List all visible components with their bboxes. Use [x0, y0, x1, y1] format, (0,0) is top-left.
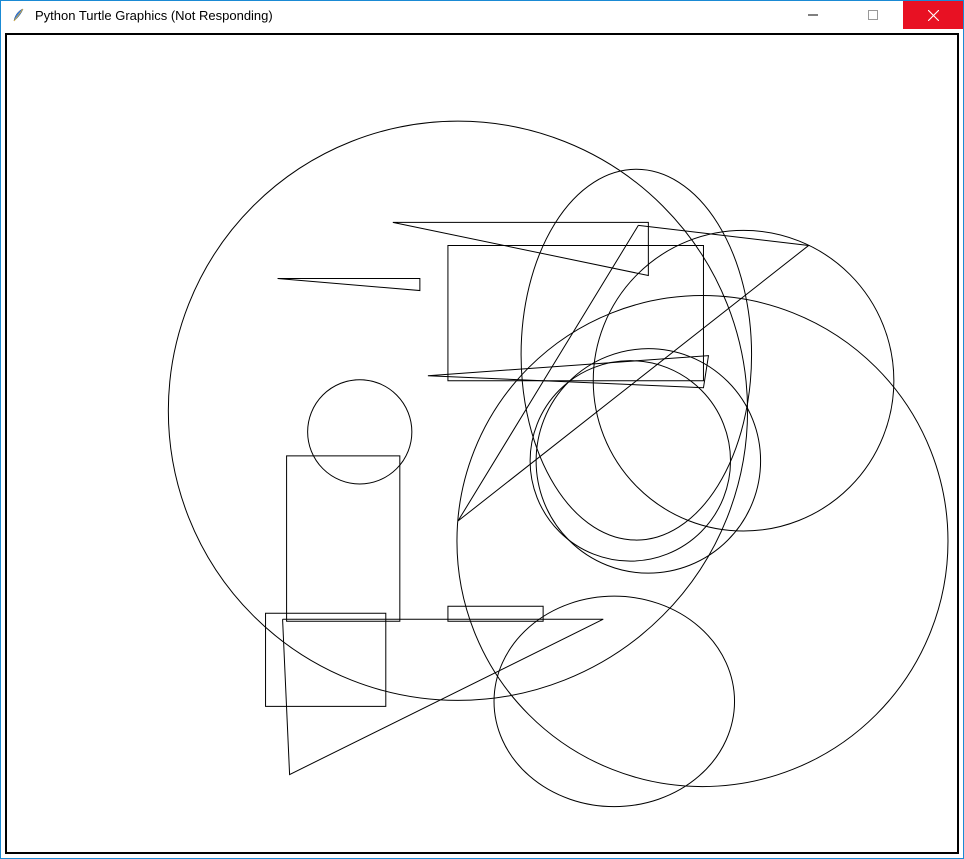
window-title: Python Turtle Graphics (Not Responding)	[35, 8, 783, 23]
app-window: Python Turtle Graphics (Not Responding)	[0, 0, 964, 859]
canvas-frame	[5, 33, 959, 854]
drawn-shape	[266, 613, 386, 706]
drawn-shape	[393, 223, 649, 276]
maximize-button[interactable]	[843, 1, 903, 29]
drawn-shape	[283, 620, 604, 775]
client-area	[1, 29, 963, 858]
drawn-shape	[308, 380, 412, 484]
drawn-shape	[278, 279, 420, 291]
drawn-shape	[287, 456, 400, 621]
drawn-shape	[168, 121, 747, 700]
window-controls	[783, 1, 963, 29]
drawn-shape	[494, 596, 735, 806]
drawn-shape	[457, 296, 948, 787]
turtle-canvas	[7, 35, 957, 852]
minimize-button[interactable]	[783, 1, 843, 29]
close-button[interactable]	[903, 1, 963, 29]
titlebar[interactable]: Python Turtle Graphics (Not Responding)	[1, 1, 963, 29]
feather-icon	[11, 7, 27, 23]
drawn-shape	[448, 246, 704, 381]
drawn-shape	[458, 226, 809, 522]
drawn-shape	[521, 170, 751, 541]
